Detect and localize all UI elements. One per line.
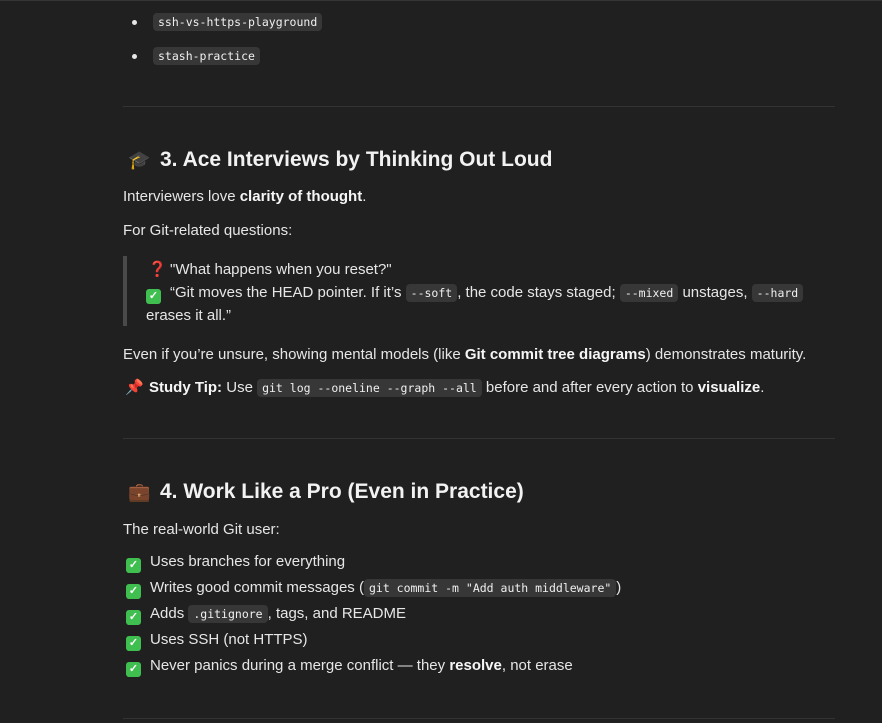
heading-text: 4. Work Like a Pro (Even in Practice)	[160, 480, 524, 503]
bold-text: visualize	[697, 379, 761, 396]
check-icon: ✓	[126, 636, 141, 651]
check-icon: ✓	[126, 662, 141, 677]
text: .	[362, 188, 367, 205]
text: , the code stays staged;	[457, 284, 620, 301]
text: The real-world Git user:	[123, 521, 280, 538]
text: Uses branches for everything	[150, 553, 346, 570]
list-item: ✓ Uses branches for everything	[126, 552, 621, 578]
inline-code: git log --oneline --graph --all	[257, 379, 482, 397]
top-border	[0, 0, 882, 1]
text: Use	[222, 379, 258, 396]
text: “Git moves the HEAD pointer. If it’s	[170, 284, 406, 301]
bold-text: resolve	[449, 657, 502, 674]
check-icon: ✓	[126, 610, 141, 625]
list-item: ssh-vs-https-playground	[123, 10, 323, 44]
bullet-icon	[132, 54, 137, 59]
text: Interviewers love	[123, 188, 240, 205]
text: Never panics during a merge conflict — t…	[150, 657, 450, 674]
text: before and after every action to	[481, 379, 698, 396]
text: .	[760, 379, 765, 396]
text: , tags, and README	[267, 605, 407, 622]
inline-code: .gitignore	[188, 605, 268, 623]
list-item: stash-practice	[123, 44, 322, 78]
quote-question: ❓ "What happens when you reset?"	[148, 260, 392, 280]
pushpin-icon: 📌	[125, 379, 144, 396]
section-heading: 💼 4. Work Like a Pro (Even in Practice)	[128, 478, 524, 506]
graduation-cap-icon: 🎓	[128, 150, 151, 170]
list-item: ✓ Adds .gitignore, tags, and README	[126, 604, 621, 630]
bullet-icon	[132, 20, 137, 25]
inline-code: ssh-vs-https-playground	[153, 13, 323, 31]
text: erases it all.”	[146, 307, 232, 324]
list-item: ✓ Writes good commit messages (git commit…	[126, 578, 621, 604]
paragraph: Interviewers love clarity of thought.	[123, 187, 366, 207]
divider	[123, 718, 835, 719]
quote-answer-continued: erases it all.”	[146, 306, 231, 326]
inline-code: --soft	[405, 284, 458, 302]
check-icon: ✓	[146, 289, 161, 304]
divider	[123, 106, 835, 107]
inline-code: --hard	[751, 284, 804, 302]
checklist: ✓ Uses branches for everything ✓ Writes go…	[126, 552, 621, 682]
repo-list: ssh-vs-https-playground stash-practice	[123, 10, 323, 78]
list-item: ✓ Uses SSH (not HTTPS)	[126, 630, 621, 656]
list-item: ✓ Never panics during a merge conflict — …	[126, 656, 621, 682]
bold-text: clarity of thought	[239, 188, 363, 205]
check-icon: ✓	[126, 584, 141, 599]
text: , not erase	[501, 657, 573, 674]
text: unstages,	[678, 284, 752, 301]
paragraph: The real-world Git user:	[123, 520, 280, 540]
section-heading: 🎓 3. Ace Interviews by Thinking Out Loud	[128, 146, 552, 174]
paragraph: For Git-related questions:	[123, 221, 292, 241]
text: )	[616, 579, 622, 596]
divider	[123, 438, 835, 439]
question-mark-icon: ❓	[148, 261, 167, 278]
briefcase-icon: 💼	[128, 482, 151, 502]
text: ) demonstrates maturity.	[645, 346, 807, 363]
inline-code: stash-practice	[153, 47, 260, 65]
text: Adds	[150, 605, 189, 622]
heading-text: 3. Ace Interviews by Thinking Out Loud	[160, 148, 553, 171]
paragraph: Even if you’re unsure, showing mental mo…	[123, 345, 806, 365]
quote-bar	[123, 256, 127, 326]
text: For Git-related questions:	[123, 222, 293, 239]
text: "What happens when you reset?"	[170, 261, 392, 278]
bold-text: Git commit tree diagrams	[464, 346, 646, 363]
check-icon: ✓	[126, 558, 141, 573]
text: Writes good commit messages (	[150, 579, 364, 596]
text: Uses SSH (not HTTPS)	[150, 631, 308, 648]
text: Even if you’re unsure, showing mental mo…	[123, 346, 465, 363]
blockquote: ❓ "What happens when you reset?" ✓ “Git mo…	[123, 256, 823, 326]
study-tip: 📌 Study Tip: Use git log --oneline --grap…	[125, 378, 764, 398]
bold-text: Study Tip:	[149, 379, 223, 396]
inline-code: --mixed	[619, 284, 679, 302]
quote-answer: ✓ “Git moves the HEAD pointer. If it’s --…	[146, 283, 804, 304]
inline-code: git commit -m "Add auth middleware"	[363, 579, 617, 597]
